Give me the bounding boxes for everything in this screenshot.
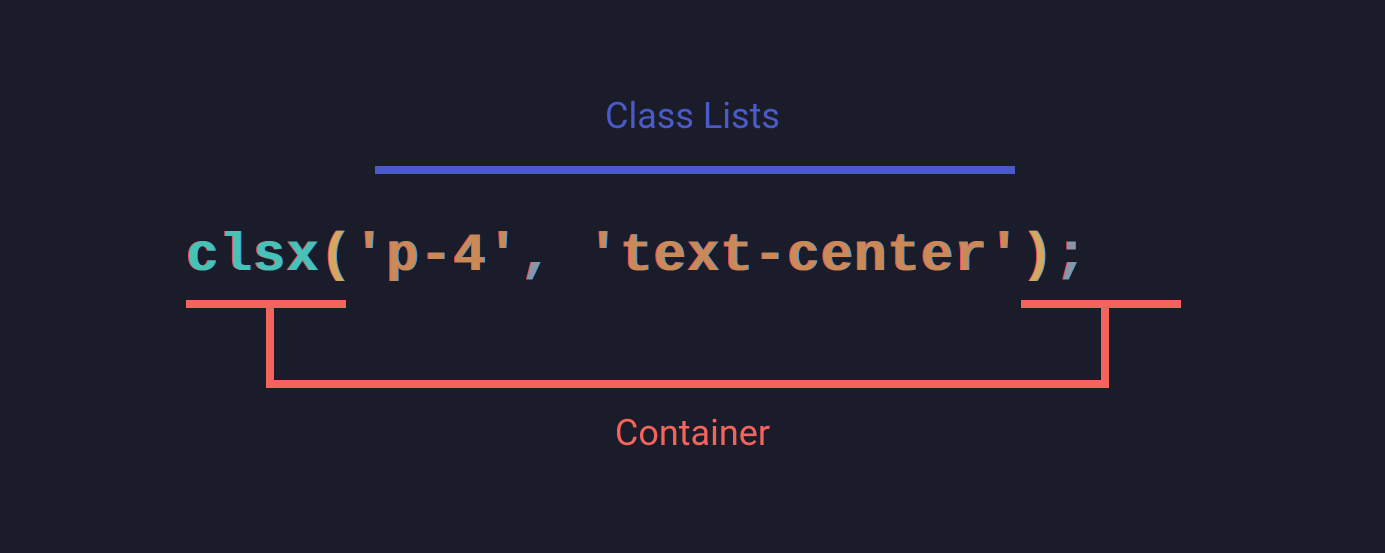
- token-close-paren: ): [1021, 226, 1054, 287]
- annotation-diagram: Class Lists clsx('p-4', 'text-center'); …: [0, 0, 1385, 553]
- bracket-left-tick: [186, 300, 346, 308]
- bracket-right-drop: [1101, 300, 1109, 388]
- token-semicolon: ;: [1055, 226, 1088, 287]
- class-lists-bracket: [375, 166, 1015, 174]
- token-open-paren: (: [320, 226, 353, 287]
- bracket-right-tick: [1021, 300, 1181, 308]
- token-function-name: clsx: [186, 226, 320, 287]
- token-arg1: 'p-4': [353, 226, 520, 287]
- token-space: [553, 226, 586, 287]
- token-comma: ,: [520, 226, 553, 287]
- bracket-left-drop: [266, 300, 274, 388]
- code-snippet: clsx('p-4', 'text-center');: [186, 226, 1088, 287]
- class-lists-label: Class Lists: [605, 95, 780, 137]
- bracket-horizontal: [266, 380, 1109, 388]
- container-label: Container: [615, 412, 770, 454]
- token-arg2: 'text-center': [587, 226, 1021, 287]
